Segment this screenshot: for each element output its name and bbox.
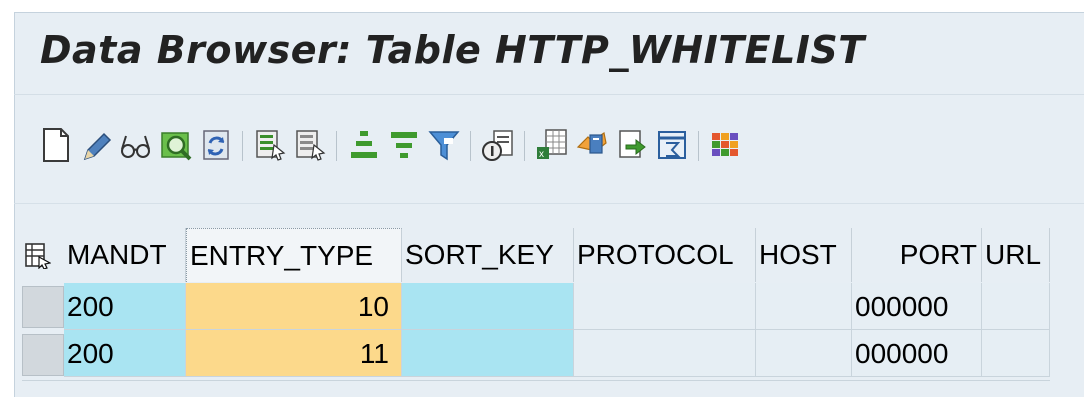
refresh-icon[interactable]: [196, 121, 236, 169]
deselect-all-icon[interactable]: [290, 121, 330, 169]
grid-bottom-border: [22, 380, 1050, 381]
cell-protocol[interactable]: [574, 330, 756, 377]
filter-icon[interactable]: [424, 121, 464, 169]
data-grid: MANDT ENTRY_TYPE SORT_KEY PROTOCOL HOST …: [22, 228, 1050, 390]
cell-mandt[interactable]: 200: [64, 330, 186, 377]
check-table-icon[interactable]: [156, 121, 196, 169]
svg-text:x: x: [539, 149, 544, 160]
title-divider: [14, 94, 1084, 95]
cell-host[interactable]: [756, 283, 852, 330]
cell-entry-type[interactable]: 10: [186, 283, 402, 330]
toolbar-separator: [470, 131, 471, 161]
layout-grid-icon[interactable]: [706, 121, 746, 169]
column-header-port[interactable]: PORT: [852, 228, 982, 282]
toolbar-separator: [242, 131, 243, 161]
cell-protocol[interactable]: [574, 283, 756, 330]
toolbar-separator: [698, 131, 699, 161]
column-header-mandt[interactable]: MANDT: [64, 228, 186, 282]
table-settings-icon[interactable]: [25, 243, 51, 269]
select-all-icon[interactable]: [250, 121, 290, 169]
cell-sort-key[interactable]: [402, 283, 574, 330]
column-header-sort-key[interactable]: SORT_KEY: [402, 228, 574, 282]
column-header-url[interactable]: URL: [982, 228, 1050, 282]
column-header-entry-type[interactable]: ENTRY_TYPE: [186, 228, 402, 282]
cell-url[interactable]: [982, 330, 1050, 377]
cell-mandt[interactable]: 200: [64, 283, 186, 330]
column-header-protocol[interactable]: PROTOCOL: [574, 228, 756, 282]
row-selector[interactable]: [22, 286, 64, 328]
toolbar-separator: [336, 131, 337, 161]
details-icon[interactable]: [478, 121, 518, 169]
create-entry-icon[interactable]: [36, 121, 76, 169]
cell-host[interactable]: [756, 330, 852, 377]
sort-ascending-icon[interactable]: [344, 121, 384, 169]
display-glasses-icon[interactable]: [116, 121, 156, 169]
cell-url[interactable]: [982, 283, 1050, 330]
upload-icon[interactable]: [612, 121, 652, 169]
cell-port[interactable]: 000000: [852, 283, 982, 330]
row-selector[interactable]: [22, 334, 64, 376]
print-icon[interactable]: [572, 121, 612, 169]
cell-port[interactable]: 000000: [852, 330, 982, 377]
column-header-host[interactable]: HOST: [756, 228, 852, 282]
toolbar-divider: [14, 203, 1084, 204]
page-title: Data Browser: Table HTTP_WHITELIST: [40, 28, 865, 72]
export-spreadsheet-icon[interactable]: x: [532, 121, 572, 169]
sort-descending-icon[interactable]: [384, 121, 424, 169]
cell-sort-key[interactable]: [402, 330, 574, 377]
abc-analysis-icon[interactable]: [652, 121, 692, 169]
change-pencil-icon[interactable]: [76, 121, 116, 169]
cell-entry-type[interactable]: 11: [186, 330, 402, 377]
toolbar-separator: [524, 131, 525, 161]
